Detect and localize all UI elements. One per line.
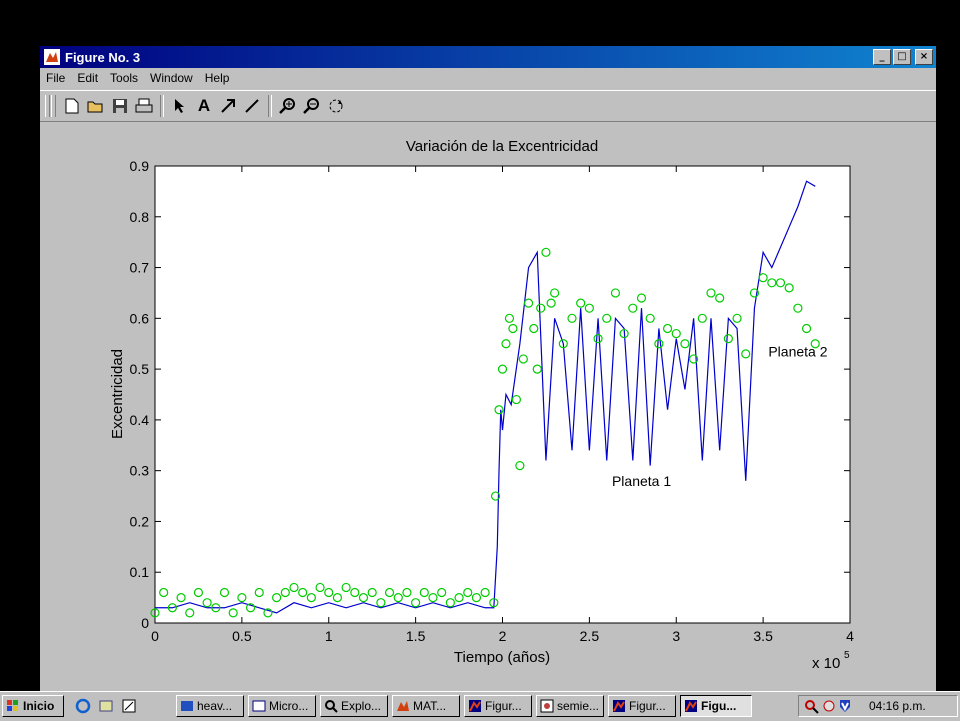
menu-bar: File Edit Tools Window Help — [40, 68, 936, 88]
x-multiplier: x 10 — [812, 655, 840, 672]
minimize-button[interactable]: _ — [873, 49, 891, 65]
y-tick-label: 0 — [141, 615, 149, 631]
x-tick-label: 0 — [151, 628, 159, 644]
taskbar-button-label: Figu... — [701, 699, 737, 713]
x-tick-label: 1 — [325, 628, 333, 644]
taskbar-button-semie[interactable]: semie... — [536, 695, 604, 717]
menu-edit[interactable]: Edit — [71, 71, 104, 85]
menu-window[interactable]: Window — [144, 71, 199, 85]
paint-icon — [540, 699, 554, 713]
print-icon[interactable] — [132, 94, 156, 118]
menu-tools[interactable]: Tools — [104, 71, 144, 85]
figure-icon — [469, 700, 481, 712]
taskbar-button-explo[interactable]: Explo... — [320, 695, 388, 717]
start-button[interactable]: Inicio — [2, 695, 64, 717]
close-button[interactable]: × — [915, 49, 933, 65]
antivirus-icon[interactable] — [837, 698, 853, 714]
word-icon — [181, 701, 193, 711]
toolbar-grip[interactable] — [51, 95, 56, 117]
x-tick-label: 3.5 — [753, 628, 773, 644]
y-tick-label: 0.5 — [130, 361, 150, 377]
x-tick-label: 4 — [846, 628, 854, 644]
x-tick-label: 2.5 — [580, 628, 600, 644]
y-tick-label: 0.6 — [130, 310, 150, 326]
y-tick-label: 0.7 — [130, 260, 150, 276]
annotation-label: Planeta 2 — [768, 343, 827, 359]
windows-logo-icon — [7, 700, 18, 711]
internet-explorer-icon[interactable] — [73, 696, 93, 716]
taskbar-button-label: Figur... — [485, 699, 522, 713]
taskbar: Inicio heav... Micro... Explo... MAT... … — [0, 691, 960, 721]
taskbar-button-figure-active[interactable]: Figu... — [680, 695, 752, 717]
x-tick-label: 3 — [672, 628, 680, 644]
figure-window: Figure No. 3 _ □ × File Edit Tools Windo… — [40, 46, 936, 691]
x-tick-label: 2 — [499, 628, 507, 644]
pointer-icon[interactable] — [168, 94, 192, 118]
annotation-label: Planeta 1 — [612, 473, 671, 489]
taskbar-button-figure[interactable]: Figur... — [464, 695, 532, 717]
taskbar-button-label: Figur... — [629, 699, 666, 713]
figure-icon — [685, 700, 697, 712]
taskbar-button-label: semie... — [557, 699, 600, 713]
rotate-icon[interactable] — [324, 94, 348, 118]
taskbar-button-label: heav... — [197, 699, 233, 713]
x-axis-label: Tiempo (años) — [454, 649, 550, 666]
outlook-icon[interactable] — [96, 696, 116, 716]
system-tray: 04:16 p.m. — [798, 695, 958, 717]
matlab-icon — [397, 701, 409, 711]
y-tick-label: 0.1 — [130, 564, 150, 580]
y-tick-label: 0.3 — [130, 463, 150, 479]
toolbar: A — [40, 90, 936, 122]
chart-title: Variación de la Excentricidad — [406, 138, 598, 155]
line-icon[interactable] — [240, 94, 264, 118]
x-multiplier-exponent: 5 — [844, 650, 850, 661]
explorer-icon — [325, 700, 338, 713]
taskbar-button-figure[interactable]: Figur... — [608, 695, 676, 717]
y-tick-label: 0.9 — [130, 158, 150, 174]
title-bar[interactable]: Figure No. 3 _ □ × — [40, 46, 936, 68]
taskbar-button-label: MAT... — [413, 699, 447, 713]
menu-file[interactable]: File — [40, 71, 71, 85]
matlab-logo-icon — [44, 49, 60, 65]
plot-area — [154, 165, 851, 624]
start-label: Inicio — [23, 699, 55, 713]
clock[interactable]: 04:16 p.m. — [869, 699, 926, 713]
window-title: Figure No. 3 — [65, 49, 141, 65]
zoom-in-icon[interactable] — [276, 94, 300, 118]
x-tick-label: 1.5 — [406, 628, 426, 644]
toolbar-separator — [160, 95, 164, 117]
figure-icon — [613, 700, 625, 712]
x-tick-label: 0.5 — [232, 628, 252, 644]
toolbar-separator — [268, 95, 272, 117]
figure-area: Variación de la Excentricidad Tiempo (añ… — [40, 122, 936, 691]
maximize-button[interactable]: □ — [893, 49, 911, 65]
text-icon[interactable]: A — [192, 94, 216, 118]
new-file-icon[interactable] — [60, 94, 84, 118]
y-tick-label: 0.4 — [130, 412, 150, 428]
save-icon[interactable] — [108, 94, 132, 118]
y-tick-label: 0.2 — [130, 513, 150, 529]
magnifier-icon[interactable] — [803, 698, 821, 714]
taskbar-button-heav[interactable]: heav... — [176, 695, 244, 717]
taskbar-button-matlab[interactable]: MAT... — [392, 695, 460, 717]
window-icon — [252, 700, 266, 712]
toolbar-grip[interactable] — [45, 95, 50, 117]
arrow-icon[interactable] — [216, 94, 240, 118]
zoom-out-icon[interactable] — [300, 94, 324, 118]
y-axis-label: Excentricidad — [109, 349, 126, 439]
desktop-icon[interactable] — [119, 696, 139, 716]
network-icon[interactable] — [821, 698, 837, 714]
open-folder-icon[interactable] — [84, 94, 108, 118]
excentricity-chart[interactable]: Variación de la Excentricidad Tiempo (añ… — [40, 122, 936, 691]
y-tick-label: 0.8 — [130, 209, 150, 225]
taskbar-button-label: Micro... — [269, 699, 309, 713]
taskbar-button-label: Explo... — [341, 699, 382, 713]
menu-help[interactable]: Help — [199, 71, 236, 85]
taskbar-button-micro[interactable]: Micro... — [248, 695, 316, 717]
